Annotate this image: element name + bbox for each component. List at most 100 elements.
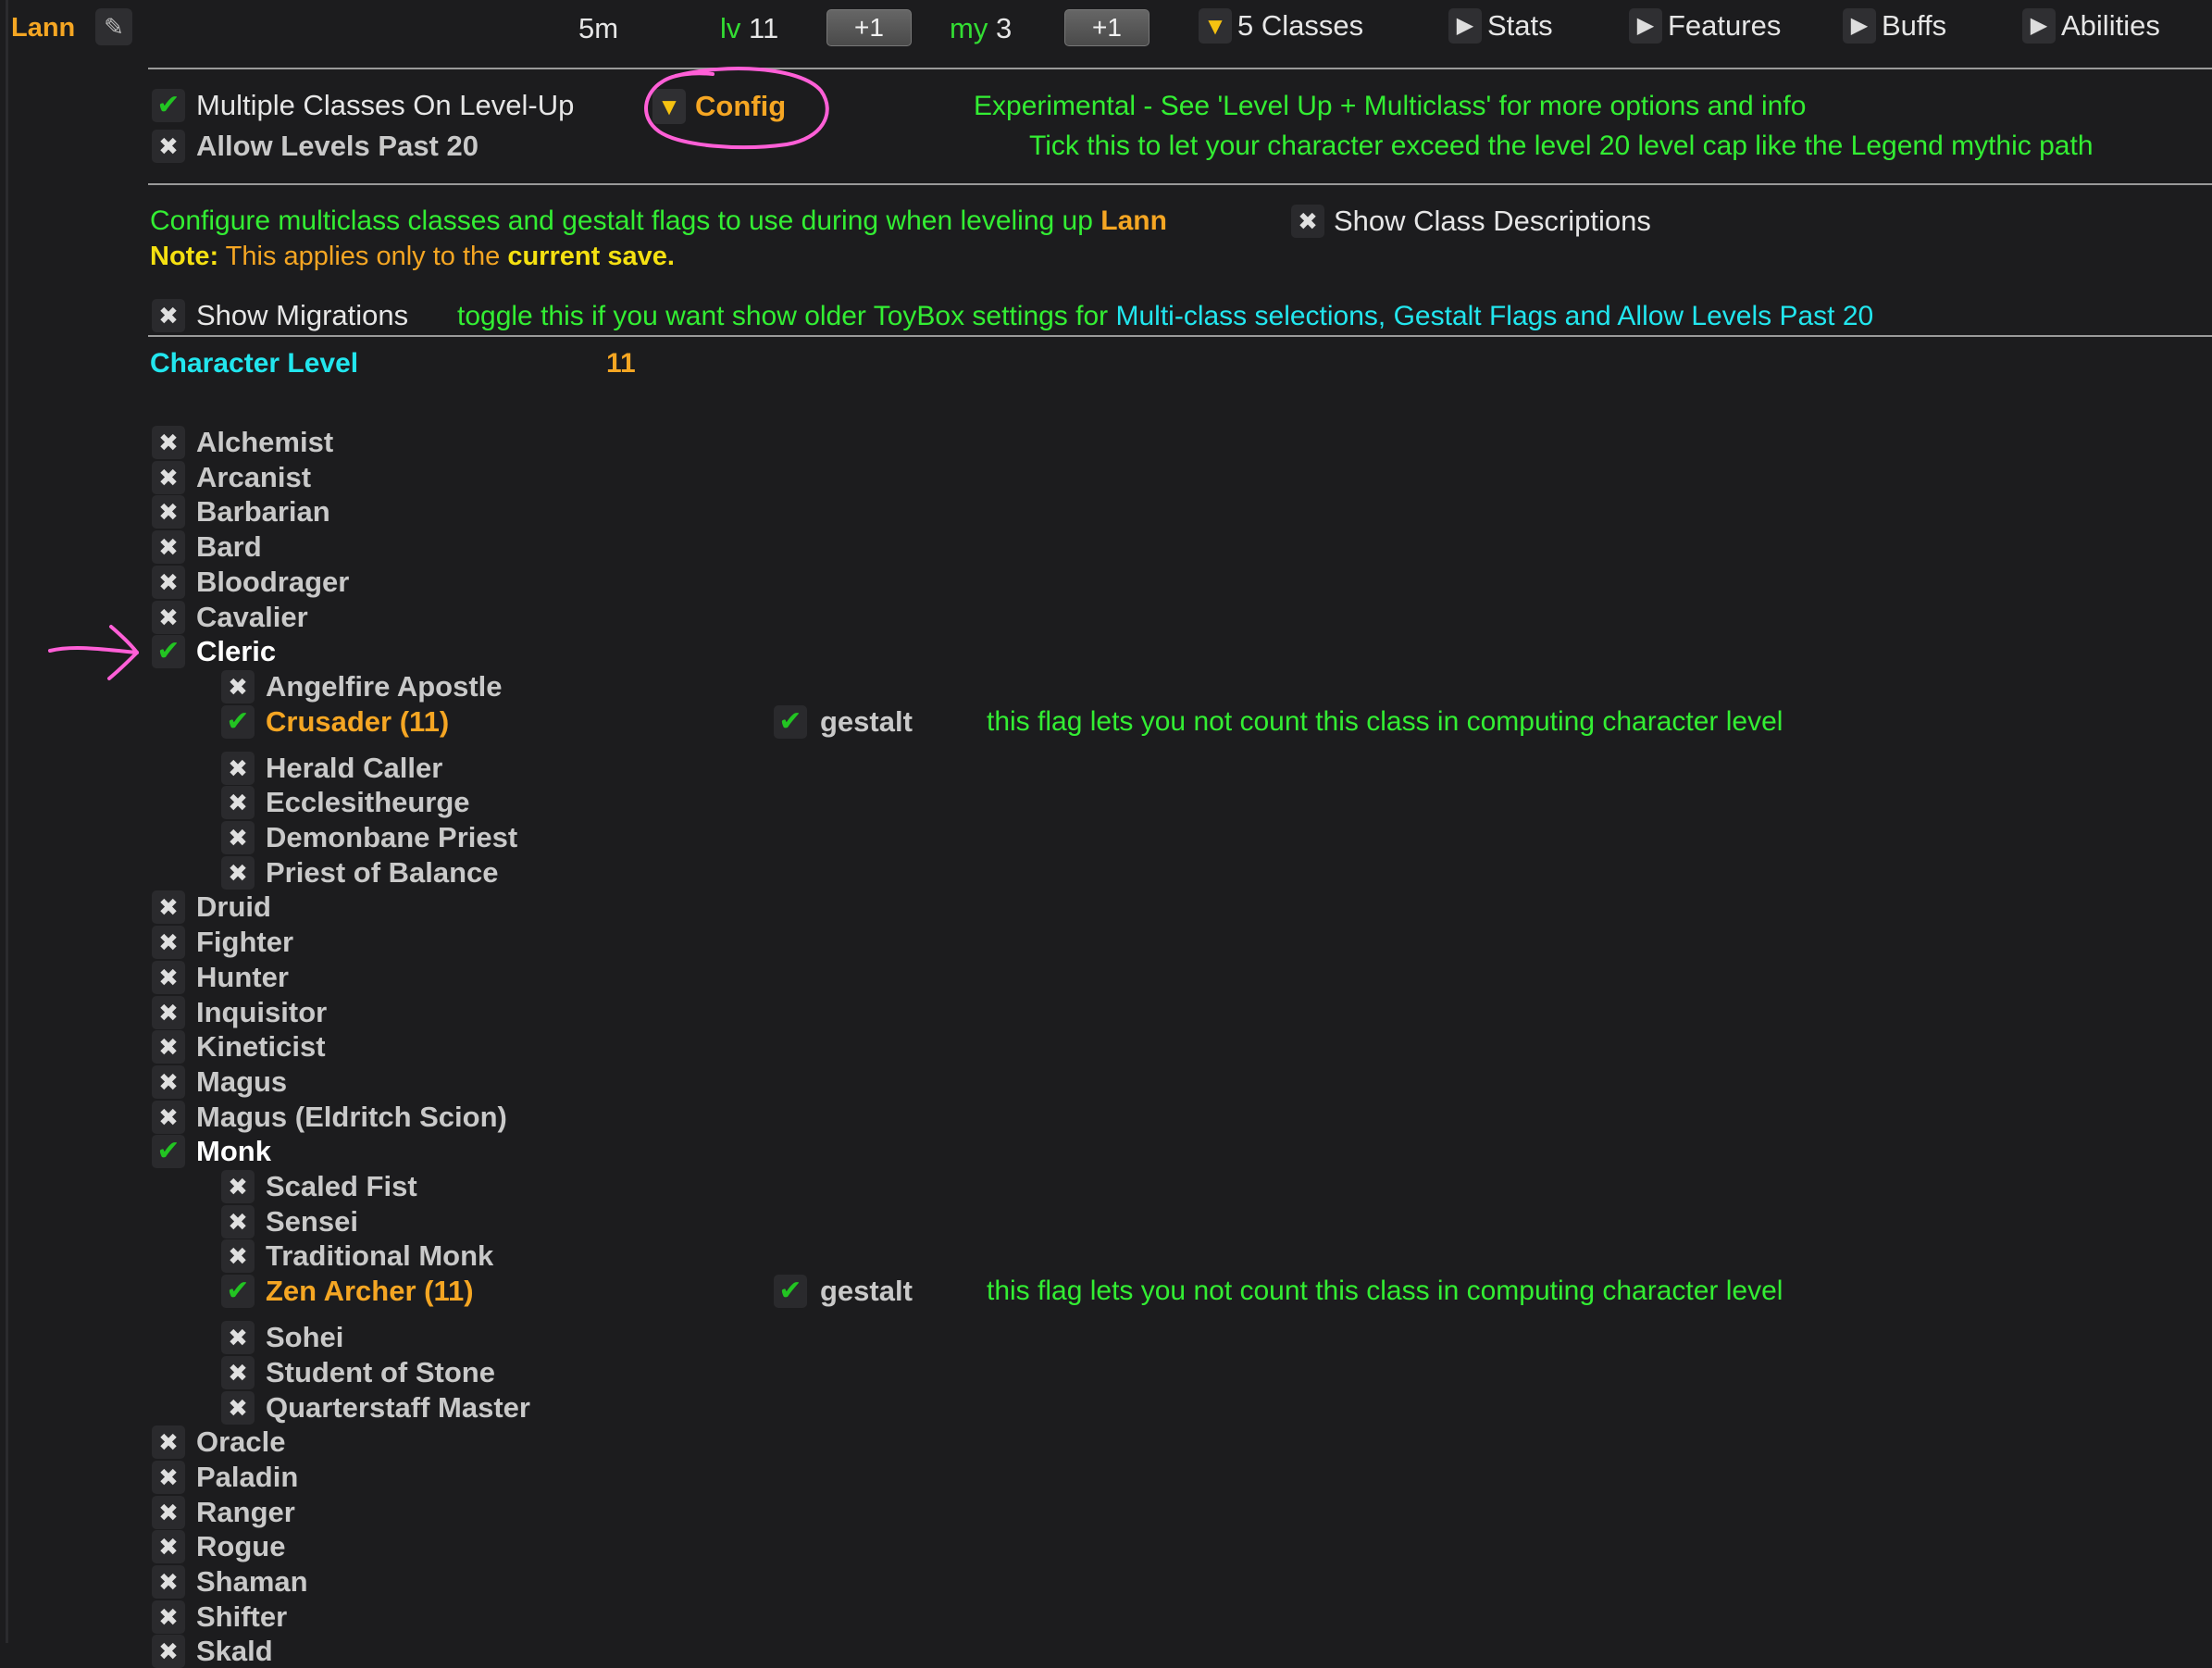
level-value: 11 [749, 12, 779, 44]
class-row[interactable]: ✖ Druid [152, 890, 271, 925]
tab-stats[interactable]: ▶ Stats [1448, 8, 1553, 44]
archetype-row[interactable]: ✖ Student of Stone [221, 1355, 495, 1389]
tab-abilities[interactable]: ▶ Abilities [2022, 8, 2160, 44]
class-row[interactable]: ✖ Bloodrager [152, 565, 349, 599]
archetype-label: Demonbane Priest [266, 821, 518, 853]
archetype-row[interactable]: ✖ Herald Caller [221, 751, 443, 785]
tab-classes[interactable]: ▼ 5 Classes [1199, 8, 1363, 44]
archetype-row[interactable]: ✖ Ecclesitheurge [221, 786, 470, 820]
archetype-row[interactable]: ✖ Priest of Balance [221, 855, 499, 890]
save-note: Note: This applies only to the current s… [150, 242, 675, 272]
class-row[interactable]: ✖ Oracle [152, 1425, 286, 1460]
archetype-row[interactable]: ✖ Traditional Monk [221, 1239, 494, 1274]
archetype-row[interactable]: ✖ Sensei [221, 1204, 358, 1239]
tab-abilities-label: Abilities [2061, 9, 2160, 42]
archetype-label: Sensei [266, 1204, 358, 1238]
class-label: Ranger [196, 1495, 295, 1528]
close-x-icon: ✖ [221, 821, 255, 854]
archetype-row[interactable]: ✖ Scaled Fist [221, 1170, 417, 1203]
class-label: Magus [196, 1064, 288, 1098]
past20-label: Allow Levels Past 20 [196, 130, 478, 162]
class-row[interactable]: ✖ Inquisitor [152, 995, 328, 1029]
show-descriptions-label: Show Class Descriptions [1334, 205, 1651, 237]
tab-buffs-label: Buffs [1882, 9, 1947, 42]
class-row[interactable]: ✖ Skald [152, 1635, 273, 1668]
pencil-icon[interactable]: ✎ [95, 8, 132, 45]
class-row[interactable]: ✖ Magus (Eldritch Scion) [152, 1100, 507, 1134]
archetype-row[interactable]: ✖ Angelfire Apostle [221, 669, 503, 703]
close-x-icon: ✖ [152, 565, 185, 599]
archetype-label: Zen Archer (11) [266, 1275, 474, 1308]
archetype-row[interactable]: ✖ Demonbane Priest [221, 821, 517, 854]
archetype-label: Quarterstaff Master [266, 1390, 530, 1424]
class-row[interactable]: ✖ Barbarian [152, 495, 330, 529]
close-x-icon: ✖ [152, 1460, 185, 1494]
class-row[interactable]: ✖ Kineticist [152, 1030, 326, 1064]
archetype-row[interactable]: ✖ Quarterstaff Master [221, 1390, 530, 1425]
close-x-icon: ✖ [152, 495, 185, 529]
show-migrations-toggle[interactable]: ✖ Show Migrations [152, 299, 408, 332]
past20-toggle[interactable]: ✖ Allow Levels Past 20 [152, 130, 478, 163]
class-row[interactable]: ✖ Paladin [152, 1460, 299, 1494]
archetype-row[interactable]: ✔ Zen Archer (11) [221, 1275, 474, 1309]
archetype-label: Herald Caller [266, 751, 443, 784]
class-row[interactable]: ✖ Fighter [152, 926, 293, 960]
close-x-icon: ✖ [152, 130, 185, 163]
class-row[interactable]: ✖ Shaman [152, 1565, 308, 1599]
close-x-icon: ✖ [152, 426, 185, 459]
config-character-name: Lann [1100, 205, 1167, 236]
close-x-icon: ✖ [221, 1355, 255, 1389]
close-x-icon: ✖ [221, 1390, 255, 1425]
close-x-icon: ✖ [152, 1565, 185, 1599]
class-label: Kineticist [196, 1030, 326, 1064]
class-row[interactable]: ✖ Cavalier [152, 600, 308, 634]
config-highlight-circle [644, 67, 829, 150]
checkmark-icon: ✔ [152, 635, 185, 669]
archetype-label: Crusader (11) [266, 704, 450, 738]
archetype-row[interactable]: ✔ Crusader (11) [221, 704, 450, 739]
close-x-icon: ✖ [152, 1530, 185, 1564]
mythic-plus-button[interactable]: +1 [1064, 9, 1149, 46]
archetype-row[interactable]: ✖ Sohei [221, 1321, 343, 1355]
tab-buffs[interactable]: ▶ Buffs [1843, 8, 1946, 44]
archetype-label: Traditional Monk [266, 1239, 494, 1273]
multiclass-toggle[interactable]: ✔ Multiple Classes On Level-Up [152, 89, 574, 122]
class-row[interactable]: ✖ Rogue [152, 1530, 285, 1564]
level-plus-button[interactable]: +1 [826, 9, 912, 46]
show-descriptions-toggle[interactable]: ✖ Show Class Descriptions [1291, 205, 1651, 238]
class-label: Shifter [196, 1600, 288, 1633]
class-row[interactable]: ✖ Alchemist [152, 426, 333, 459]
class-row[interactable]: ✔ Monk [152, 1135, 271, 1169]
mythic-display: my 3 [950, 12, 1012, 45]
class-row[interactable]: ✖ Arcanist [152, 460, 311, 494]
class-label: Hunter [196, 960, 289, 993]
level-display: lv 11 [720, 12, 778, 45]
checkmark-icon: ✔ [774, 1275, 807, 1309]
character-level-label: Character Level [150, 348, 359, 379]
class-row[interactable]: ✖ Hunter [152, 960, 289, 994]
class-row[interactable]: ✖ Bard [152, 530, 262, 565]
migrations-hint: toggle this if you want show older ToyBo… [457, 301, 1873, 332]
gestalt-toggle[interactable]: ✔ gestalt [774, 1275, 913, 1309]
class-row[interactable]: ✖ Shifter [152, 1600, 287, 1634]
multiclass-hint: Experimental - See 'Level Up + Multiclas… [974, 91, 1807, 121]
tab-stats-label: Stats [1487, 9, 1553, 42]
migrations-hint-link: Multi-class selections, Gestalt Flags an… [1115, 301, 1874, 331]
gestalt-hint: this flag lets you not count this class … [987, 1276, 1783, 1307]
class-row[interactable]: ✖ Ranger [152, 1495, 295, 1529]
character-name[interactable]: Lann [11, 13, 75, 44]
config-description-text: Configure multiclass classes and gestalt… [150, 205, 1093, 236]
class-row[interactable]: ✖ Magus [152, 1064, 288, 1099]
gestalt-toggle[interactable]: ✔ gestalt [774, 704, 913, 739]
mythic-label: my [950, 12, 988, 44]
archetype-label: Angelfire Apostle [266, 669, 503, 703]
close-x-icon: ✖ [221, 751, 255, 785]
tab-features[interactable]: ▶ Features [1629, 8, 1781, 44]
class-row[interactable]: ✔ Cleric [152, 635, 276, 669]
checkmark-icon: ✔ [152, 89, 185, 122]
archetype-label: Ecclesitheurge [266, 786, 470, 819]
class-label: Cavalier [196, 600, 308, 633]
class-label: Inquisitor [196, 995, 328, 1028]
class-label: Paladin [196, 1460, 299, 1493]
checkmark-icon: ✔ [152, 1135, 185, 1169]
